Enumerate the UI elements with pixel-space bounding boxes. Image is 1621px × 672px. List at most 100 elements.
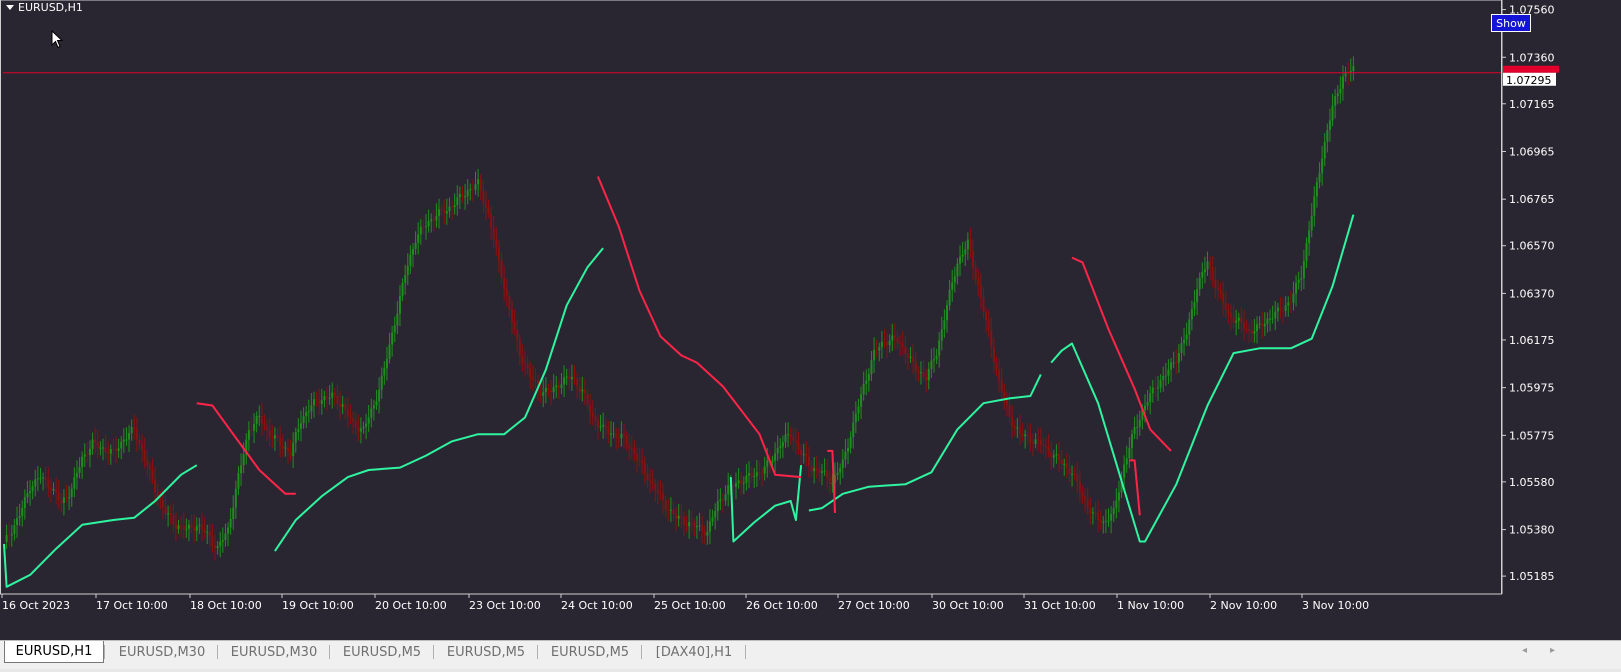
bull-candle-body [1143, 405, 1146, 411]
bear-candle-body [260, 415, 263, 424]
bull-candle-body [1112, 508, 1115, 515]
chart-tab[interactable]: EURUSD,M5 [540, 641, 640, 663]
x-tick-label: 25 Oct 10:00 [654, 599, 726, 612]
bull-candle-body [370, 408, 373, 418]
bull-candle-body [1130, 434, 1133, 448]
bull-candle-body [229, 519, 232, 528]
bull-candle-body [469, 189, 472, 191]
bull-candle-body [1313, 196, 1316, 216]
bull-candle-body [445, 211, 448, 214]
bull-candle-body [1352, 66, 1355, 72]
bear-candle-body [107, 452, 110, 454]
price-chart[interactable]: 1.075601.073601.071651.069651.067651.065… [0, 0, 1621, 640]
bear-candle-body [1050, 452, 1053, 458]
chart-tab[interactable]: EURUSD,H1 [4, 641, 104, 663]
bear-candle-body [680, 515, 683, 518]
bear-candle-body [497, 246, 500, 261]
chart-tab[interactable]: EURUSD,M30 [220, 641, 328, 663]
collapse-arrow-icon[interactable] [6, 5, 14, 10]
bear-candle-body [758, 472, 761, 474]
bull-candle-body [391, 332, 394, 345]
bear-candle-body [922, 372, 925, 378]
chart-tab[interactable]: [DAX40],H1 [644, 641, 744, 663]
bull-candle-body [409, 254, 412, 266]
bull-candle-body [1203, 269, 1206, 273]
y-tick-label: 1.05775 [1509, 429, 1555, 442]
bear-candle-body [289, 452, 292, 457]
bear-candle-body [792, 437, 795, 441]
bear-candle-body [607, 428, 610, 435]
bear-candle-body [1282, 310, 1285, 312]
bull-candle-body [221, 540, 224, 542]
bull-candle-body [255, 416, 258, 424]
bear-candle-body [96, 442, 99, 448]
bull-candle-body [1052, 455, 1055, 458]
bull-candle-body [951, 282, 954, 290]
bull-candle-body [1206, 261, 1209, 270]
bear-candle-body [115, 449, 118, 451]
bear-candle-body [1045, 445, 1047, 447]
bull-candle-body [563, 377, 566, 385]
bull-candle-body [388, 344, 391, 359]
chart-symbol-title[interactable]: EURUSD,H1 [6, 1, 83, 14]
bull-candle-body [948, 289, 951, 306]
bear-candle-body [526, 364, 529, 369]
bull-candle-body [1110, 514, 1113, 521]
bear-candle-body [1289, 302, 1292, 304]
x-tick-label: 24 Oct 10:00 [561, 599, 633, 612]
bear-candle-body [55, 488, 58, 493]
bear-candle-body [513, 321, 516, 330]
x-tick-label: 23 Oct 10:00 [469, 599, 541, 612]
chevron-right-icon[interactable]: ▸ [1550, 645, 1555, 656]
bull-candle-body [1167, 369, 1170, 376]
bear-candle-body [492, 227, 495, 239]
bear-candle-body [1216, 288, 1219, 290]
bull-candle-body [1055, 454, 1058, 456]
bull-candle-body [953, 276, 956, 283]
bear-candle-body [354, 421, 357, 428]
bull-candle-body [237, 473, 240, 489]
bull-candle-body [91, 439, 94, 449]
bear-candle-body [432, 219, 435, 221]
bull-candle-body [34, 479, 37, 487]
bull-candle-body [755, 472, 758, 477]
chart-tab[interactable]: EURUSD,M5 [436, 641, 536, 663]
bear-candle-body [797, 442, 800, 450]
show-button[interactable]: Show [1491, 14, 1531, 32]
bull-candle-body [1253, 331, 1256, 334]
chart-tab[interactable]: EURUSD,M5 [332, 641, 432, 663]
bull-candle-body [75, 472, 78, 478]
bull-candle-body [961, 254, 964, 257]
bull-candle-body [341, 404, 344, 407]
bear-candle-body [276, 435, 279, 438]
bull-candle-body [253, 423, 256, 431]
bull-candle-body [891, 335, 894, 341]
bull-candle-body [1305, 243, 1308, 262]
chart-tab[interactable]: EURUSD,M30 [108, 641, 216, 663]
bear-candle-body [649, 480, 652, 482]
bull-candle-body [1063, 463, 1066, 465]
bull-candle-body [1164, 375, 1167, 377]
bear-candle-body [529, 368, 532, 378]
chevron-left-icon[interactable]: ◂ [1522, 645, 1527, 656]
y-tick-label: 1.05580 [1509, 476, 1555, 489]
current-price-label: 1.07295 [1506, 74, 1552, 87]
bull-candle-body [125, 439, 128, 441]
bull-candle-body [870, 360, 873, 375]
bear-candle-body [789, 434, 792, 438]
bull-candle-body [380, 375, 383, 390]
chart-area[interactable]: 1.07560 1.07360 1.07165 1.06965 1.06765 1.065… [0, 0, 1621, 640]
bear-candle-body [664, 500, 667, 510]
bear-candle-body [208, 531, 211, 537]
bear-candle-body [503, 278, 506, 290]
bear-candle-body [1279, 307, 1282, 311]
bull-candle-body [959, 256, 962, 264]
bull-candle-body [836, 472, 839, 476]
bull-candle-body [312, 399, 315, 406]
bull-candle-body [570, 376, 573, 380]
bull-candle-body [1091, 512, 1094, 514]
bull-candle-body [81, 456, 84, 468]
bull-candle-body [52, 488, 55, 491]
bear-candle-body [281, 445, 284, 448]
bear-candle-body [589, 404, 592, 413]
